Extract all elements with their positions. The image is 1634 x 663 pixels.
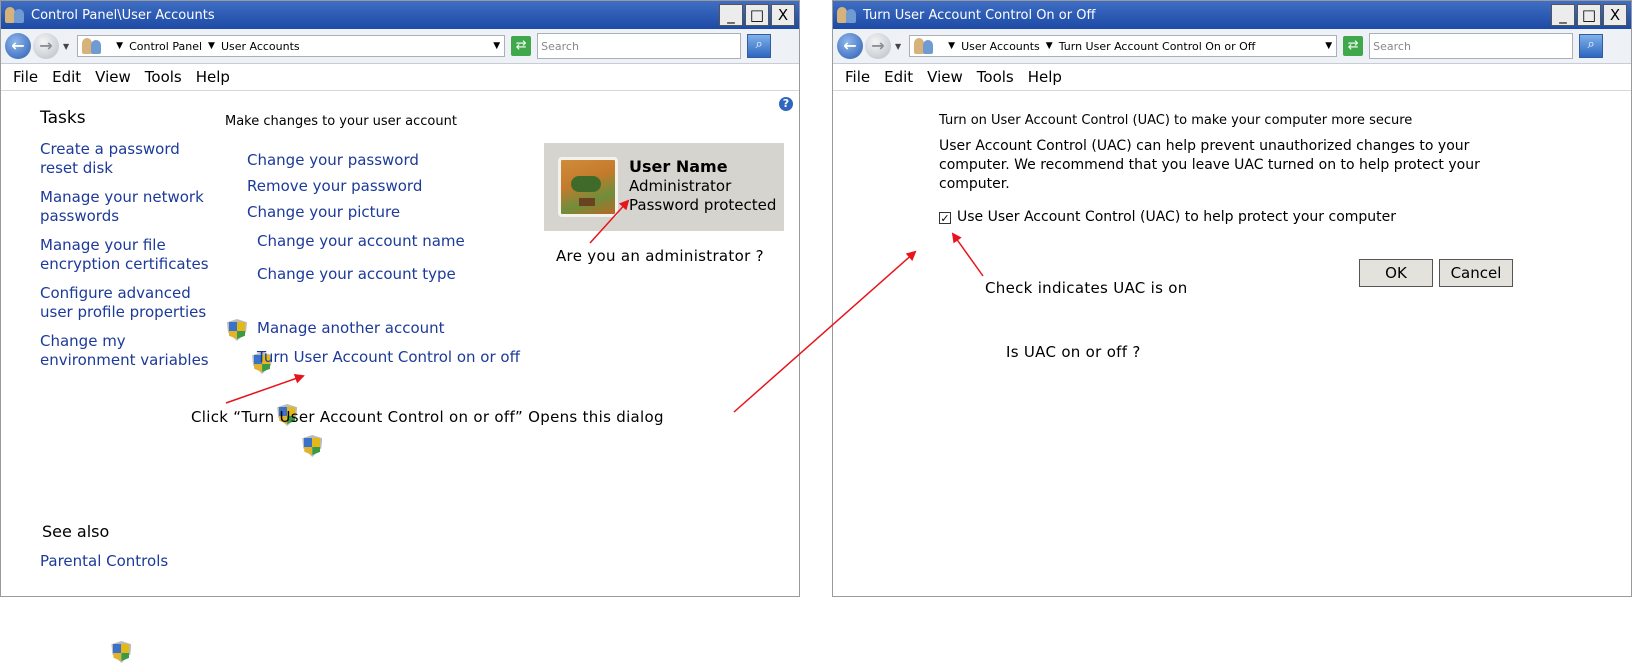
- arrow-to-checkbox: [951, 232, 984, 277]
- annotation-arrows: [225, 199, 984, 413]
- arrow-to-user-card: [589, 199, 630, 244]
- shield-icon: [111, 641, 132, 663]
- arrow-to-uac-link: [225, 373, 305, 404]
- arrow-to-dialog: [733, 250, 917, 413]
